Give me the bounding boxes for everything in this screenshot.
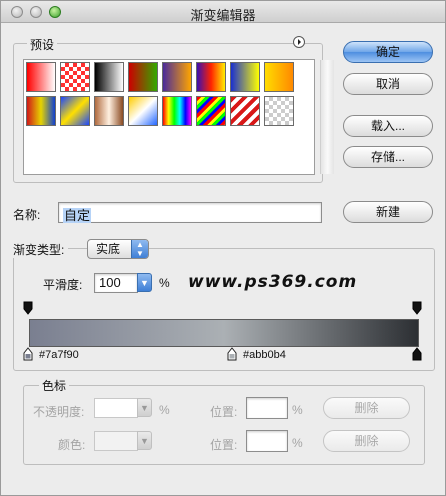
smoothness-input[interactable]: 100: [94, 273, 138, 293]
presets-legend: 预设: [27, 36, 58, 53]
opacity-location-label: 位置:: [210, 405, 238, 419]
smoothness-dropdown-icon[interactable]: ▼: [137, 273, 152, 292]
new-button[interactable]: 新建: [343, 201, 433, 223]
color-location-input[interactable]: [246, 430, 288, 452]
color-stop-right[interactable]: [412, 347, 422, 361]
preset-swatch[interactable]: [26, 96, 56, 126]
gradient-editor-window: 渐变编辑器 预设 确定 取消 载入... 存储... 新建 名称: 自定 渐变类…: [0, 0, 446, 496]
preset-swatch[interactable]: [230, 62, 260, 92]
window-title: 渐变编辑器: [190, 8, 256, 23]
color-dropdown-icon[interactable]: ▼: [137, 431, 152, 450]
opacity-stop-right[interactable]: [412, 301, 422, 315]
smoothness-percent: %: [159, 276, 170, 290]
cancel-button[interactable]: 取消: [343, 73, 433, 95]
color-stop-legend: 色标: [39, 377, 70, 394]
preset-swatch[interactable]: [162, 62, 192, 92]
opacity-location-percent: %: [292, 403, 303, 417]
opacity-location-input[interactable]: [246, 397, 288, 419]
presets-scrollbar[interactable]: [320, 60, 334, 174]
preset-swatch[interactable]: [264, 96, 294, 126]
name-input-value: 自定: [63, 208, 92, 223]
color-swatch-field[interactable]: [94, 431, 138, 451]
opacity-label: 不透明度:: [33, 405, 85, 419]
color-location-label: 位置:: [210, 438, 238, 452]
color-delete-button[interactable]: 删除: [323, 430, 410, 452]
color-location-percent: %: [292, 436, 303, 450]
color-stop-left[interactable]: [23, 347, 33, 361]
preset-swatch[interactable]: [230, 96, 260, 126]
preset-swatch[interactable]: [60, 96, 90, 126]
preset-swatch[interactable]: [94, 96, 124, 126]
save-button[interactable]: 存储...: [343, 146, 433, 168]
name-input[interactable]: 自定: [58, 202, 322, 223]
opacity-dropdown-icon[interactable]: ▼: [137, 398, 152, 417]
gradient-preview-bar[interactable]: [29, 319, 419, 347]
preset-swatch[interactable]: [60, 62, 90, 92]
preset-swatch[interactable]: [162, 96, 192, 126]
color-label: 颜色:: [58, 438, 86, 452]
opacity-stop-left[interactable]: [23, 301, 33, 315]
opacity-input[interactable]: [94, 398, 138, 418]
preset-swatch[interactable]: [196, 62, 226, 92]
gradient-type-select[interactable]: 实底 ▲ ▼: [87, 239, 149, 259]
load-button[interactable]: 载入...: [343, 115, 433, 137]
preset-swatch[interactable]: [264, 62, 294, 92]
updown-arrow-icon: ▲ ▼: [131, 240, 148, 258]
titlebar: 渐变编辑器: [1, 1, 445, 23]
presets-swatch-grid: [23, 59, 334, 175]
preset-swatch[interactable]: [128, 62, 158, 92]
color-stop-mid-label: #abb0b4: [243, 349, 286, 361]
preset-swatch[interactable]: [94, 62, 124, 92]
presets-menu-icon[interactable]: [293, 36, 305, 48]
color-stop-left-label: #7a7f90: [39, 349, 79, 361]
opacity-delete-button[interactable]: 删除: [323, 397, 410, 419]
color-stop-mid[interactable]: [227, 347, 237, 361]
name-label: 名称:: [13, 208, 41, 222]
watermark: www.ps369.com: [188, 272, 358, 292]
smoothness-label: 平滑度:: [43, 278, 83, 292]
preset-swatch[interactable]: [196, 96, 226, 126]
ok-button[interactable]: 确定: [343, 41, 433, 63]
gradient-type-value: 实底: [96, 242, 121, 256]
opacity-percent: %: [159, 403, 170, 417]
preset-swatch[interactable]: [128, 96, 158, 126]
gradient-type-label: 渐变类型:: [13, 241, 69, 258]
preset-swatch[interactable]: [26, 62, 56, 92]
